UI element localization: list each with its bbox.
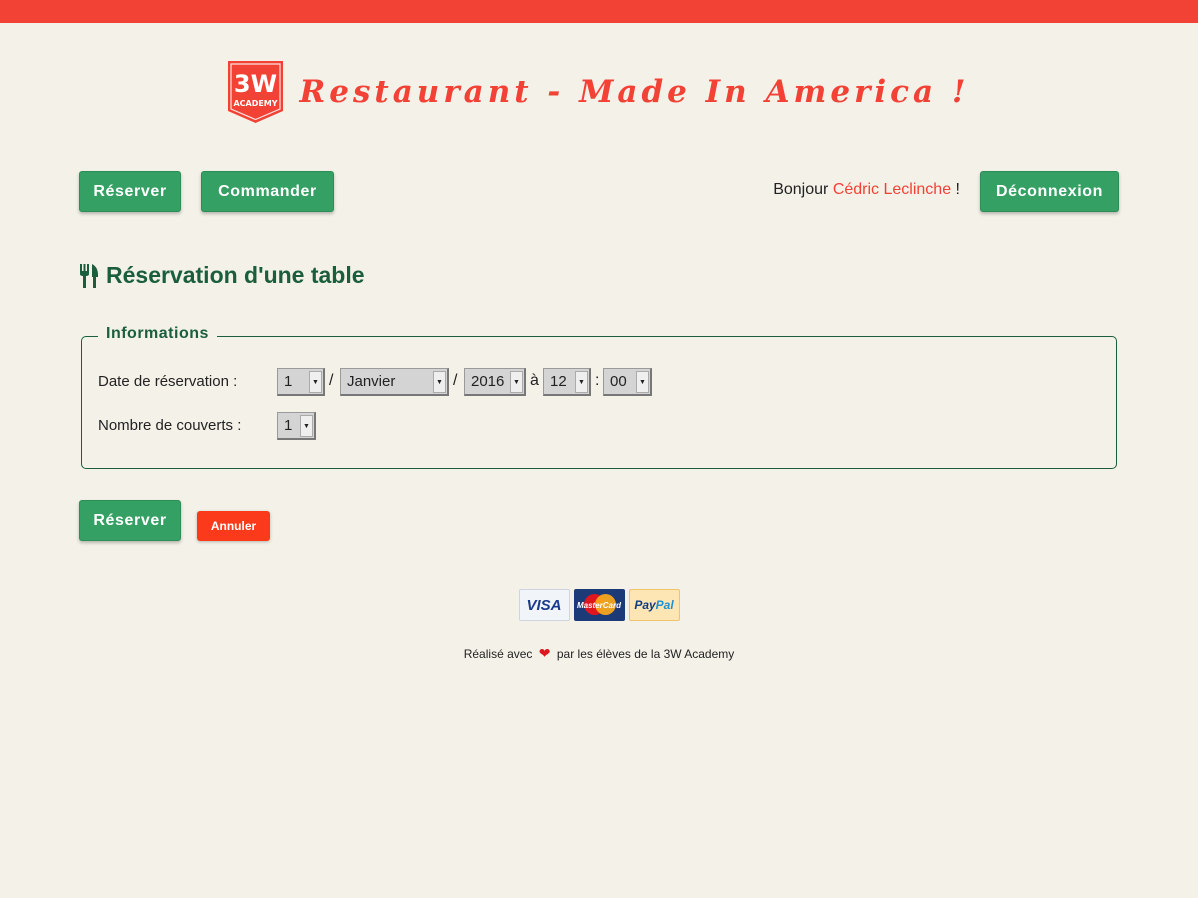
chevron-down-icon: ▼: [309, 371, 322, 393]
cancel-button[interactable]: Annuler: [197, 511, 270, 541]
site-title: Restaurant - Made In America !: [299, 74, 970, 110]
minute-value: 00: [610, 373, 627, 390]
minute-select[interactable]: 00 ▼: [603, 368, 652, 396]
time-separator: à: [530, 372, 539, 389]
day-value: 1: [284, 373, 293, 390]
order-nav-button[interactable]: Commander: [201, 171, 334, 212]
logo-text-academy: ACADEMY: [234, 99, 278, 108]
mastercard-text: MasterCard: [576, 600, 621, 610]
chevron-down-icon: ▼: [636, 371, 649, 393]
3w-academy-logo[interactable]: 3W ACADEMY: [228, 61, 284, 123]
paypal-text-b: Pal: [655, 598, 674, 612]
month-select[interactable]: Janvier ▼: [340, 368, 449, 396]
day-select[interactable]: 1 ▼: [277, 368, 325, 396]
fork-knife-icon: [80, 263, 98, 288]
fieldset-legend: Informations: [98, 325, 217, 343]
hour-select[interactable]: 12 ▼: [543, 368, 591, 396]
user-name: Cédric Leclinche: [832, 181, 952, 198]
submit-reserve-button[interactable]: Réserver: [79, 500, 181, 541]
informations-fieldset: [81, 336, 1117, 469]
date-separator: /: [453, 372, 458, 389]
site-header: 3W ACADEMY Restaurant - Made In America …: [0, 61, 1198, 123]
visa-logo: VISA: [518, 589, 570, 621]
greeting-suffix: !: [955, 181, 960, 198]
year-value: 2016: [471, 373, 505, 390]
time-colon: :: [595, 372, 600, 389]
date-label: Date de réservation :: [98, 373, 238, 390]
top-bar: [0, 0, 1198, 23]
chevron-down-icon: ▼: [510, 371, 523, 393]
page-title-text: Réservation d'une table: [106, 262, 365, 288]
covers-value: 1: [284, 417, 293, 434]
footer: Réalisé avec ❤ par les élèves de la 3W A…: [0, 645, 1198, 662]
paypal-text-a: Pay: [634, 598, 656, 612]
page-title: Réservation d'une table: [79, 262, 365, 289]
hour-value: 12: [550, 373, 567, 390]
year-select[interactable]: 2016 ▼: [464, 368, 526, 396]
paypal-logo: Pay Pal: [628, 589, 680, 621]
logo-text-3w: 3W: [234, 70, 277, 98]
logout-button[interactable]: Déconnexion: [980, 171, 1119, 212]
greeting-prefix: Bonjour: [773, 181, 829, 198]
heart-icon: ❤: [538, 645, 551, 661]
reserve-nav-button[interactable]: Réserver: [79, 171, 181, 212]
mastercard-logo: MasterCard: [573, 589, 625, 621]
chevron-down-icon: ▼: [575, 371, 588, 393]
chevron-down-icon: ▼: [433, 371, 446, 393]
payment-methods: VISA MasterCard Pay Pal: [0, 589, 1198, 621]
covers-select[interactable]: 1 ▼: [277, 412, 316, 440]
footer-text-after: par les élèves de la 3W Academy: [556, 647, 735, 661]
covers-label: Nombre de couverts :: [98, 417, 242, 434]
chevron-down-icon: ▼: [300, 415, 313, 437]
footer-text-before: Réalisé avec: [463, 647, 533, 661]
date-separator: /: [329, 372, 334, 389]
greeting: Bonjour Cédric Leclinche !: [773, 181, 960, 199]
month-value: Janvier: [347, 373, 396, 390]
visa-text: VISA: [526, 596, 562, 614]
